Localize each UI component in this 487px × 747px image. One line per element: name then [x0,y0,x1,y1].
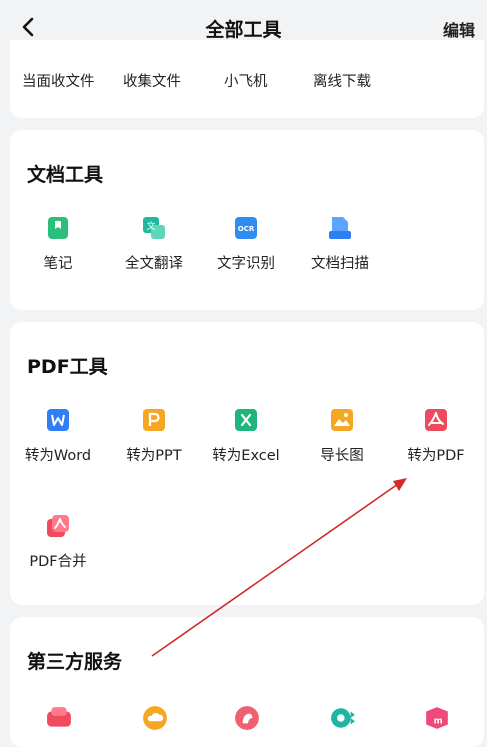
svg-text:文: 文 [146,220,155,232]
tool-face-to-face-receive[interactable]: 当面收文件 [22,70,95,91]
video-eye-icon[interactable] [328,705,358,731]
doc-tools-card: 文档工具 笔记 文 全文翻译 OCR 文字识别 文档扫描 [10,130,484,310]
tool-pdf-merge[interactable]: PDF合并 [12,514,104,571]
tool-to-pdf[interactable]: 转为PDF [390,408,482,465]
tool-label: 全文翻译 [125,256,183,272]
tool-small-plane[interactable]: 小飞机 [224,70,268,91]
tool-label: 笔记 [43,256,73,272]
tool-full-translate[interactable]: 文 全文翻译 [108,216,200,273]
translate-icon: 文 [143,217,165,239]
ppt-icon [143,409,165,431]
long-image-icon [331,409,353,431]
tool-label: 文档扫描 [311,256,369,272]
tool-long-image[interactable]: 导长图 [296,408,388,465]
note-icon [48,217,68,239]
bird-icon[interactable] [234,705,260,731]
tool-ocr[interactable]: OCR 文字识别 [200,216,292,273]
excel-icon [235,409,257,431]
svg-text:OCR: OCR [238,225,255,233]
tool-label: PDF合并 [29,554,87,570]
page-title: 全部工具 [205,19,282,41]
tool-label: 导长图 [320,448,364,464]
svg-text:m: m [434,716,443,726]
tool-to-excel[interactable]: 转为Excel [200,408,292,465]
cards-icon[interactable] [46,705,72,731]
tool-doc-scan[interactable]: 文档扫描 [294,216,386,273]
tool-label: 文字识别 [217,256,275,272]
tool-to-ppt[interactable]: 转为PPT [108,408,200,465]
word-icon [47,409,69,431]
tool-offline-download[interactable]: 离线下载 [313,70,371,91]
pdf-merge-icon [47,515,69,537]
tool-to-word[interactable]: 转为Word [12,408,104,465]
tool-label: 转为Word [24,448,92,464]
pdf-icon [425,409,447,431]
tool-label: 转为PPT [126,448,182,464]
pdf-tools-card: PDF工具 转为Word 转为PPT 转为Excel 导长图 转为PDF PDF… [10,322,484,605]
scan-icon [329,217,351,239]
pdf-tools-title: PDF工具 [27,356,108,378]
cloud-icon[interactable] [142,705,168,731]
third-party-card: 第三方服务 m [10,617,484,747]
tool-collect-files[interactable]: 收集文件 [123,70,181,91]
ocr-icon: OCR [235,217,257,239]
tool-label: 转为PDF [407,448,465,464]
tool-label: 转为Excel [212,448,280,464]
doc-tools-title: 文档工具 [27,164,104,186]
third-party-title: 第三方服务 [27,651,123,673]
top-tools-card: 当面收文件 收集文件 小飞机 离线下载 [10,40,484,118]
edit-button[interactable]: 编辑 [443,17,475,41]
m-logo-icon[interactable]: m [424,705,450,731]
tool-note[interactable]: 笔记 [12,216,104,273]
